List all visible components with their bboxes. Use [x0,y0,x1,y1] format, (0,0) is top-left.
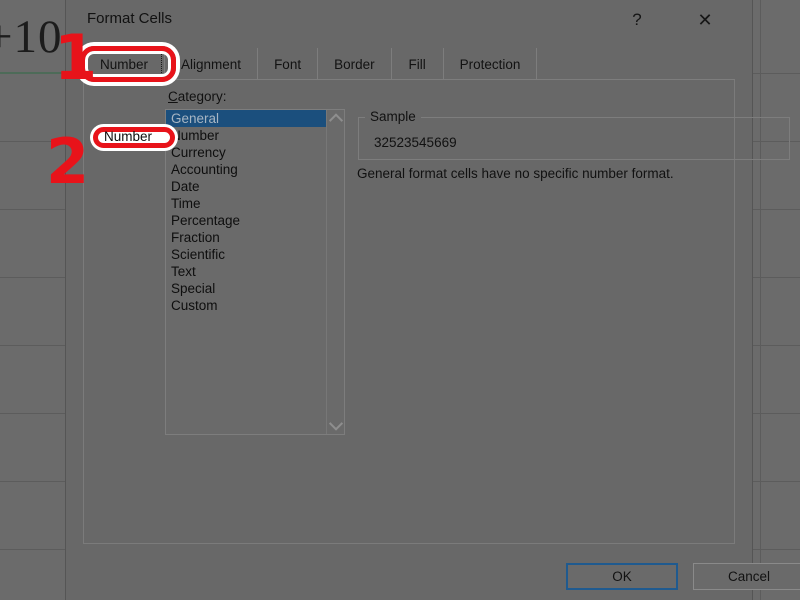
close-icon[interactable]: ✕ [682,0,728,40]
tab-fill[interactable]: Fill [392,48,444,80]
annotation-badge-2-text: 2 [46,125,90,198]
chevron-up-icon[interactable] [327,110,344,128]
annotation-badge-1: 1 [54,27,97,89]
annotation-badge-1-text: 1 [54,21,98,94]
category-item-currency[interactable]: Currency [166,144,326,161]
tab-alignment[interactable]: Alignment [165,48,259,80]
tab-font[interactable]: Font [258,48,319,80]
category-item-general[interactable]: General [166,110,326,127]
highlight-number-category-label: Number [104,129,153,144]
format-description: General format cells have no specific nu… [357,166,674,181]
category-item-text[interactable]: Text [166,263,326,280]
help-icon[interactable]: ? [614,0,660,40]
category-item-special[interactable]: Special [166,280,326,297]
category-item-time[interactable]: Time [166,195,326,212]
dialog-title: Format Cells [87,10,173,27]
category-label-rest: ategory: [177,89,227,104]
category-item-accounting[interactable]: Accounting [166,161,326,178]
category-item-percentage[interactable]: Percentage [166,212,326,229]
category-label-accelerator: C [168,89,178,104]
chevron-down-glyph [328,416,343,431]
grid-column-line [760,0,761,600]
ok-button[interactable]: OK [566,563,678,590]
tab-strip: Number Alignment Font Border Fill Protec… [83,48,538,80]
category-item-list: General Number Currency Accounting Date … [166,110,326,314]
tab-protection[interactable]: Protection [444,48,538,80]
chevron-up-glyph [328,113,343,128]
category-item-fraction[interactable]: Fraction [166,229,326,246]
category-item-custom[interactable]: Custom [166,297,326,314]
sample-value: 32523545669 [374,135,457,150]
annotation-badge-2: 2 [46,131,89,193]
category-item-date[interactable]: Date [166,178,326,195]
format-cells-dialog: Format Cells ? ✕ Number Alignment Font B… [66,0,800,600]
category-item-scientific[interactable]: Scientific [166,246,326,263]
category-scrollbar[interactable] [326,110,344,434]
cancel-button[interactable]: Cancel [693,563,800,590]
category-item-number[interactable]: Number [166,127,326,144]
category-listbox[interactable]: General Number Currency Accounting Date … [165,109,345,435]
tab-border[interactable]: Border [318,48,392,80]
sample-legend: Sample [365,109,421,124]
dialog-titlebar: Format Cells ? ✕ [66,0,752,40]
chevron-down-icon[interactable] [327,416,344,434]
category-label: Category: [168,89,227,104]
